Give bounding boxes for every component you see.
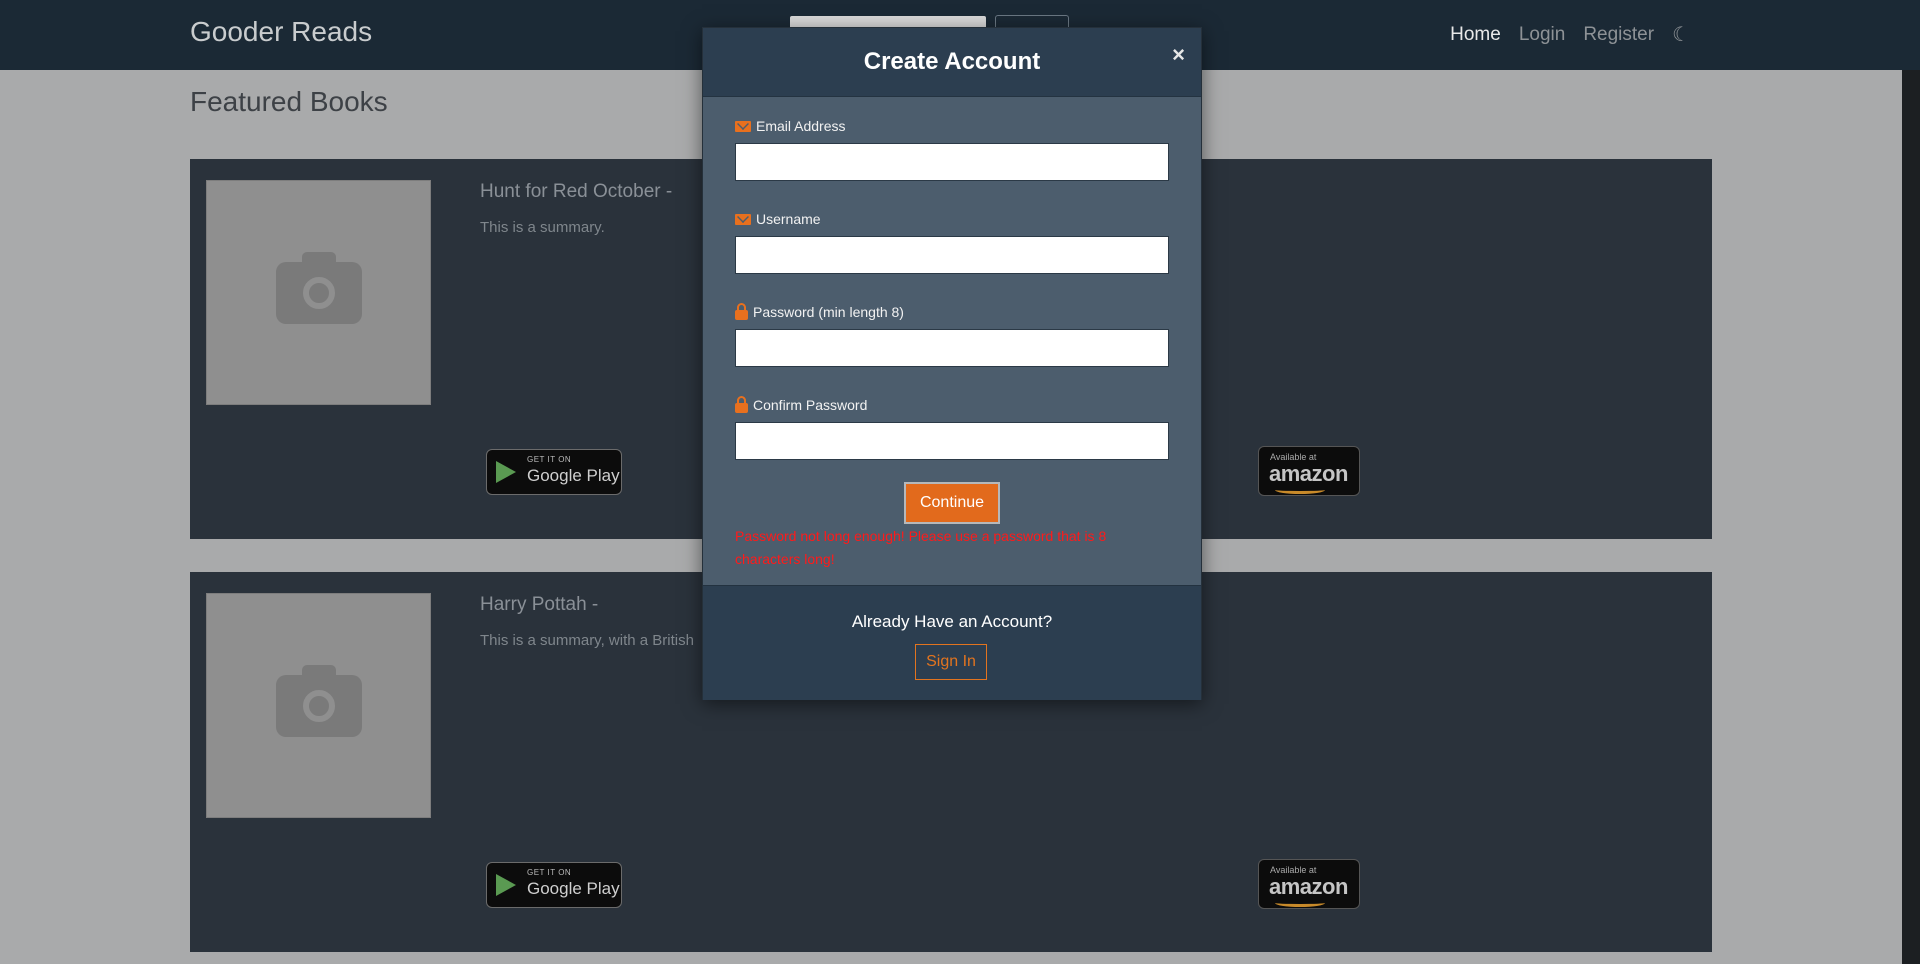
confirm-password-label: Confirm Password	[735, 395, 1169, 414]
password-error-message: Password not long enough! Please use a p…	[735, 528, 1107, 567]
nav-link-register[interactable]: Register	[1583, 24, 1654, 46]
google-play-text: Google Play	[527, 466, 620, 485]
modal-title: Create Account	[863, 48, 1041, 75]
book-title[interactable]: Harry Pottah -	[480, 594, 598, 616]
sign-in-button[interactable]: Sign In	[915, 644, 987, 680]
envelope-icon	[735, 213, 751, 225]
amazon-badge[interactable]: Available at amazon	[1258, 446, 1360, 496]
book-summary: This is a summary.	[480, 219, 605, 236]
nav-links: Home Login Register ☾	[1450, 22, 1690, 47]
play-store-icon	[496, 874, 516, 896]
amazon-badge[interactable]: Available at amazon	[1258, 859, 1360, 909]
lock-icon	[735, 302, 748, 320]
username-label-text: Username	[756, 211, 821, 227]
google-play-badge[interactable]: GET IT ON Google Play	[486, 449, 622, 495]
email-label: Email Address	[735, 117, 1169, 135]
email-field-group: Email Address	[735, 117, 1169, 181]
username-label: Username	[735, 210, 1169, 228]
envelope-icon	[735, 120, 751, 132]
password-field-group: Password (min length 8)	[735, 302, 1169, 367]
modal-header: Create Account ×	[703, 28, 1201, 97]
book-title[interactable]: Hunt for Red October -	[480, 181, 672, 203]
password-label: Password (min length 8)	[735, 302, 1169, 321]
continue-button[interactable]: Continue	[904, 482, 1000, 524]
camera-icon	[275, 251, 362, 324]
modal-footer: Already Have an Account? Sign In	[703, 585, 1201, 700]
lock-icon	[735, 395, 748, 413]
moon-icon[interactable]: ☾	[1672, 22, 1690, 47]
already-have-account-text: Already Have an Account?	[851, 612, 1053, 631]
username-field[interactable]	[735, 236, 1169, 274]
password-field[interactable]	[735, 329, 1169, 367]
close-icon[interactable]: ×	[1172, 42, 1185, 68]
page-scrollbar[interactable]	[1902, 70, 1920, 964]
confirm-password-label-text: Confirm Password	[753, 397, 868, 413]
password-label-text: Password (min length 8)	[753, 304, 904, 320]
username-field-group: Username	[735, 210, 1169, 274]
nav-link-login[interactable]: Login	[1519, 24, 1566, 46]
confirm-password-field[interactable]	[735, 422, 1169, 460]
play-store-icon	[496, 461, 516, 483]
create-account-modal: Create Account × Email Address Username …	[702, 27, 1202, 700]
book-cover[interactable]	[206, 180, 431, 405]
email-field[interactable]	[735, 143, 1169, 181]
nav-link-home[interactable]: Home	[1450, 24, 1501, 46]
amazon-smile-icon	[1275, 486, 1325, 494]
amazon-logo-text: amazon	[1269, 874, 1348, 899]
book-cover[interactable]	[206, 593, 431, 818]
book-summary: This is a summary, with a British	[480, 632, 694, 649]
amazon-logo-text: amazon	[1269, 461, 1348, 486]
email-label-text: Email Address	[756, 118, 846, 134]
google-play-text: Google Play	[527, 879, 620, 898]
google-play-badge[interactable]: GET IT ON Google Play	[486, 862, 622, 908]
google-play-small-text: GET IT ON	[527, 455, 572, 464]
confirm-password-field-group: Confirm Password	[735, 395, 1169, 460]
google-play-small-text: GET IT ON	[527, 868, 572, 877]
brand-logo[interactable]: Gooder Reads	[190, 16, 372, 48]
amazon-smile-icon	[1275, 899, 1325, 907]
page-title: Featured Books	[190, 86, 388, 117]
camera-icon	[275, 664, 362, 737]
